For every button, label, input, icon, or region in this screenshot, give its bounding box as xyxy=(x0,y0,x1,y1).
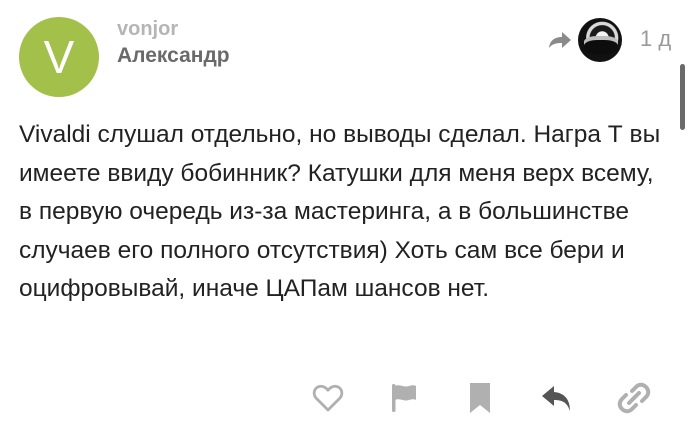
post-date[interactable]: 1 д xyxy=(640,26,671,52)
share-arrow-icon xyxy=(549,32,571,48)
like-button[interactable] xyxy=(308,378,348,418)
reply-to-avatar xyxy=(578,18,622,62)
reply-icon xyxy=(542,386,570,411)
avatar-letter: V xyxy=(43,31,75,83)
reply-to-tab[interactable] xyxy=(546,18,622,62)
post-actions xyxy=(0,378,690,418)
flag-button[interactable] xyxy=(384,378,424,418)
post-body: Vivaldi слушал отдельно, но выводы сдела… xyxy=(19,121,661,302)
reply-button[interactable] xyxy=(537,378,577,418)
scrollbar[interactable] xyxy=(680,64,685,130)
heart-icon xyxy=(312,384,344,412)
bookmark-icon xyxy=(470,383,490,413)
flag-icon xyxy=(392,384,416,412)
bookmark-button[interactable] xyxy=(460,378,500,418)
post-username[interactable]: vonjor xyxy=(117,18,178,41)
link-icon xyxy=(617,382,651,414)
copy-link-button[interactable] xyxy=(614,378,654,418)
post-avatar[interactable]: V xyxy=(19,17,99,97)
post-full-name[interactable]: Александр xyxy=(117,44,230,68)
